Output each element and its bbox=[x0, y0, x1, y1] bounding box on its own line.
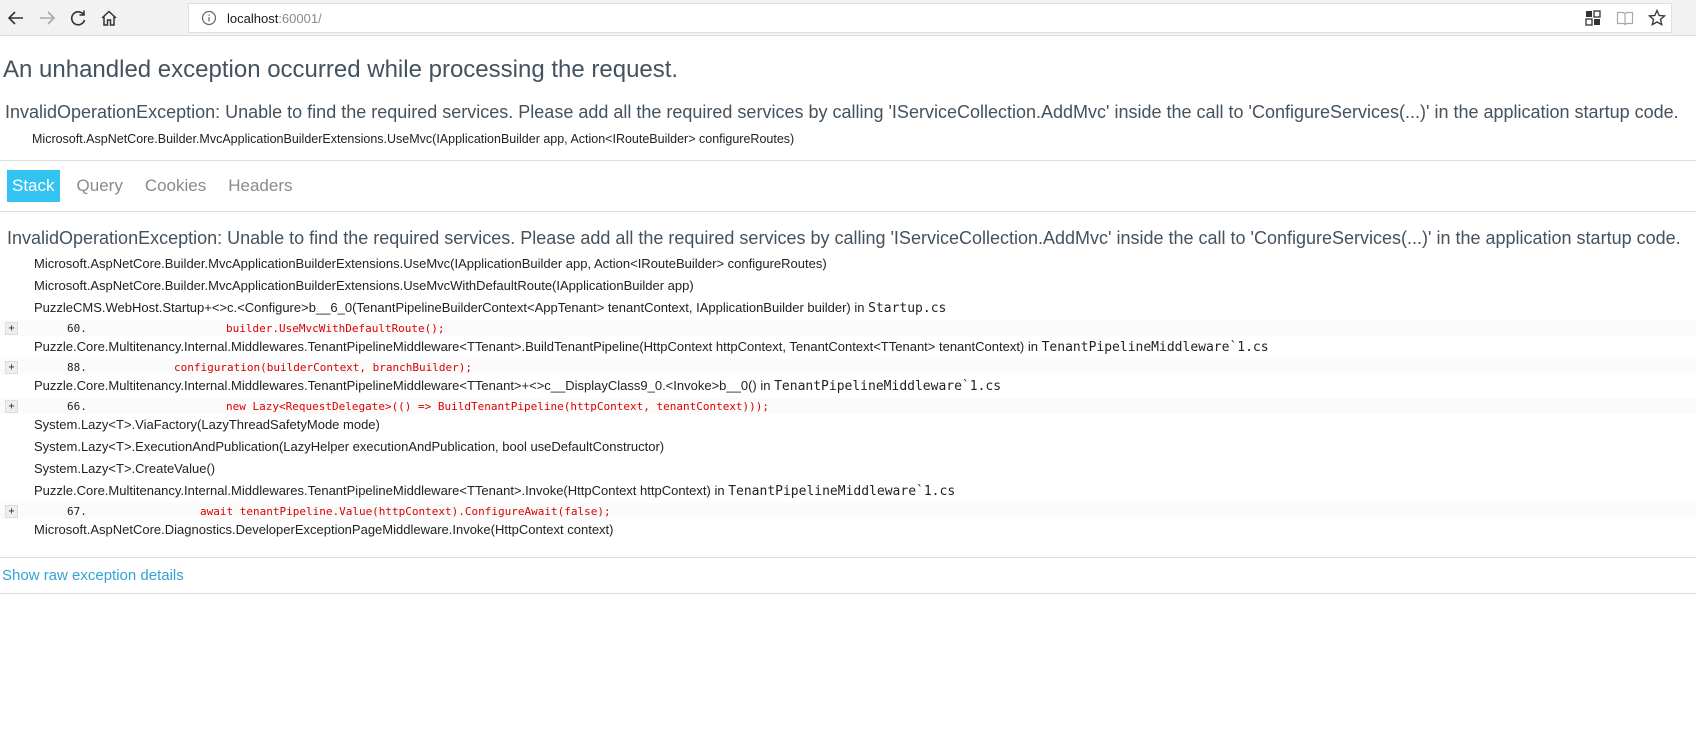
refresh-icon[interactable] bbox=[63, 3, 93, 33]
frame-file: Startup.cs bbox=[868, 301, 947, 316]
stack-frame: System.Lazy<T>.CreateValue() bbox=[34, 458, 1696, 480]
divider bbox=[0, 557, 1696, 558]
stack-frame: Microsoft.AspNetCore.Builder.MvcApplicat… bbox=[34, 253, 1696, 275]
expand-icon[interactable]: + bbox=[5, 360, 18, 374]
line-number: 67. bbox=[67, 504, 87, 518]
stack-frame: Puzzle.Core.Multitenancy.Internal.Middle… bbox=[34, 375, 1696, 398]
frame-file: TenantPipelineMiddleware`1.cs bbox=[774, 379, 1002, 394]
stack-frames: Microsoft.AspNetCore.Builder.MvcApplicat… bbox=[0, 253, 1696, 541]
favorite-star-icon[interactable] bbox=[1646, 7, 1668, 29]
tab-bar: Stack Query Cookies Headers bbox=[0, 161, 1696, 211]
tab-cookies[interactable]: Cookies bbox=[140, 170, 211, 202]
address-bar[interactable]: localhost:60001/ bbox=[188, 3, 1672, 33]
error-message: InvalidOperationException: Unable to fin… bbox=[5, 102, 1679, 122]
stack-frame: System.Lazy<T>.ExecutionAndPublication(L… bbox=[34, 436, 1696, 458]
error-page: An unhandled exception occurred while pr… bbox=[0, 56, 1696, 594]
line-number: 60. bbox=[67, 321, 87, 335]
reading-view-icon[interactable] bbox=[1614, 7, 1636, 29]
frame-file: TenantPipelineMiddleware`1.cs bbox=[1041, 340, 1269, 355]
frame-method: System.Lazy<T>.ViaFactory(LazyThreadSafe… bbox=[34, 417, 380, 432]
expand-icon[interactable]: + bbox=[5, 321, 18, 335]
back-arrow-icon[interactable] bbox=[1, 3, 31, 33]
frame-file: TenantPipelineMiddleware`1.cs bbox=[728, 484, 956, 499]
expand-icon[interactable]: + bbox=[5, 399, 18, 413]
tab-headers[interactable]: Headers bbox=[223, 170, 297, 202]
page-title: An unhandled exception occurred while pr… bbox=[3, 56, 679, 83]
code-text: builder.UseMvcWithDefaultRoute(); bbox=[226, 321, 445, 335]
line-number: 66. bbox=[67, 399, 87, 413]
home-icon[interactable] bbox=[94, 3, 124, 33]
expand-icon[interactable]: + bbox=[5, 504, 18, 518]
url-text[interactable]: localhost:60001/ bbox=[227, 11, 322, 26]
stack-frame: Puzzle.Core.Multitenancy.Internal.Middle… bbox=[34, 480, 1696, 503]
stack-frame: Microsoft.AspNetCore.Builder.MvcApplicat… bbox=[34, 275, 1696, 297]
source-line: + 60. builder.UseMvcWithDefaultRoute(); bbox=[0, 320, 1696, 336]
frame-method: Puzzle.Core.Multitenancy.Internal.Middle… bbox=[34, 378, 775, 393]
divider bbox=[0, 211, 1696, 212]
source-line: + 66. new Lazy<RequestDelegate>(() => Bu… bbox=[0, 398, 1696, 414]
url-host: localhost bbox=[227, 10, 279, 26]
frame-method: Puzzle.Core.Multitenancy.Internal.Middle… bbox=[34, 483, 729, 498]
divider bbox=[0, 593, 1696, 594]
stack-frame: Microsoft.AspNetCore.Diagnostics.Develop… bbox=[34, 519, 1696, 541]
browser-toolbar: localhost:60001/ bbox=[0, 0, 1696, 36]
tab-query[interactable]: Query bbox=[72, 170, 128, 202]
error-location: Microsoft.AspNetCore.Builder.MvcApplicat… bbox=[32, 132, 795, 146]
frame-method: System.Lazy<T>.ExecutionAndPublication(L… bbox=[34, 439, 665, 454]
frame-method: Microsoft.AspNetCore.Builder.MvcApplicat… bbox=[34, 256, 827, 271]
frame-method: Puzzle.Core.Multitenancy.Internal.Middle… bbox=[34, 339, 1042, 354]
stack-error-message: InvalidOperationException: Unable to fin… bbox=[7, 228, 1681, 248]
frame-method: Microsoft.AspNetCore.Builder.MvcApplicat… bbox=[34, 278, 694, 293]
url-port: :60001/ bbox=[278, 10, 322, 26]
forward-arrow-icon[interactable] bbox=[32, 3, 62, 33]
show-raw-exception-link[interactable]: Show raw exception details bbox=[2, 567, 184, 584]
frame-method: System.Lazy<T>.CreateValue() bbox=[34, 461, 216, 476]
source-line: + 88. configuration(builderContext, bran… bbox=[0, 359, 1696, 375]
code-text: new Lazy<RequestDelegate>(() => BuildTen… bbox=[226, 399, 770, 413]
line-number: 88. bbox=[67, 360, 87, 374]
info-icon[interactable] bbox=[201, 10, 217, 26]
tab-stack[interactable]: Stack bbox=[7, 170, 60, 202]
stack-frame: PuzzleCMS.WebHost.Startup+<>c.<Configure… bbox=[34, 297, 1696, 320]
stack-frame: System.Lazy<T>.ViaFactory(LazyThreadSafe… bbox=[34, 414, 1696, 436]
extensions-icon[interactable] bbox=[1582, 7, 1604, 29]
stack-frame: Puzzle.Core.Multitenancy.Internal.Middle… bbox=[34, 336, 1696, 359]
source-line: + 67. await tenantPipeline.Value(httpCon… bbox=[0, 503, 1696, 519]
code-text: await tenantPipeline.Value(httpContext).… bbox=[200, 504, 611, 518]
code-text: configuration(builderContext, branchBuil… bbox=[174, 360, 473, 374]
frame-method: Microsoft.AspNetCore.Diagnostics.Develop… bbox=[34, 522, 614, 537]
frame-method: PuzzleCMS.WebHost.Startup+<>c.<Configure… bbox=[34, 300, 869, 315]
